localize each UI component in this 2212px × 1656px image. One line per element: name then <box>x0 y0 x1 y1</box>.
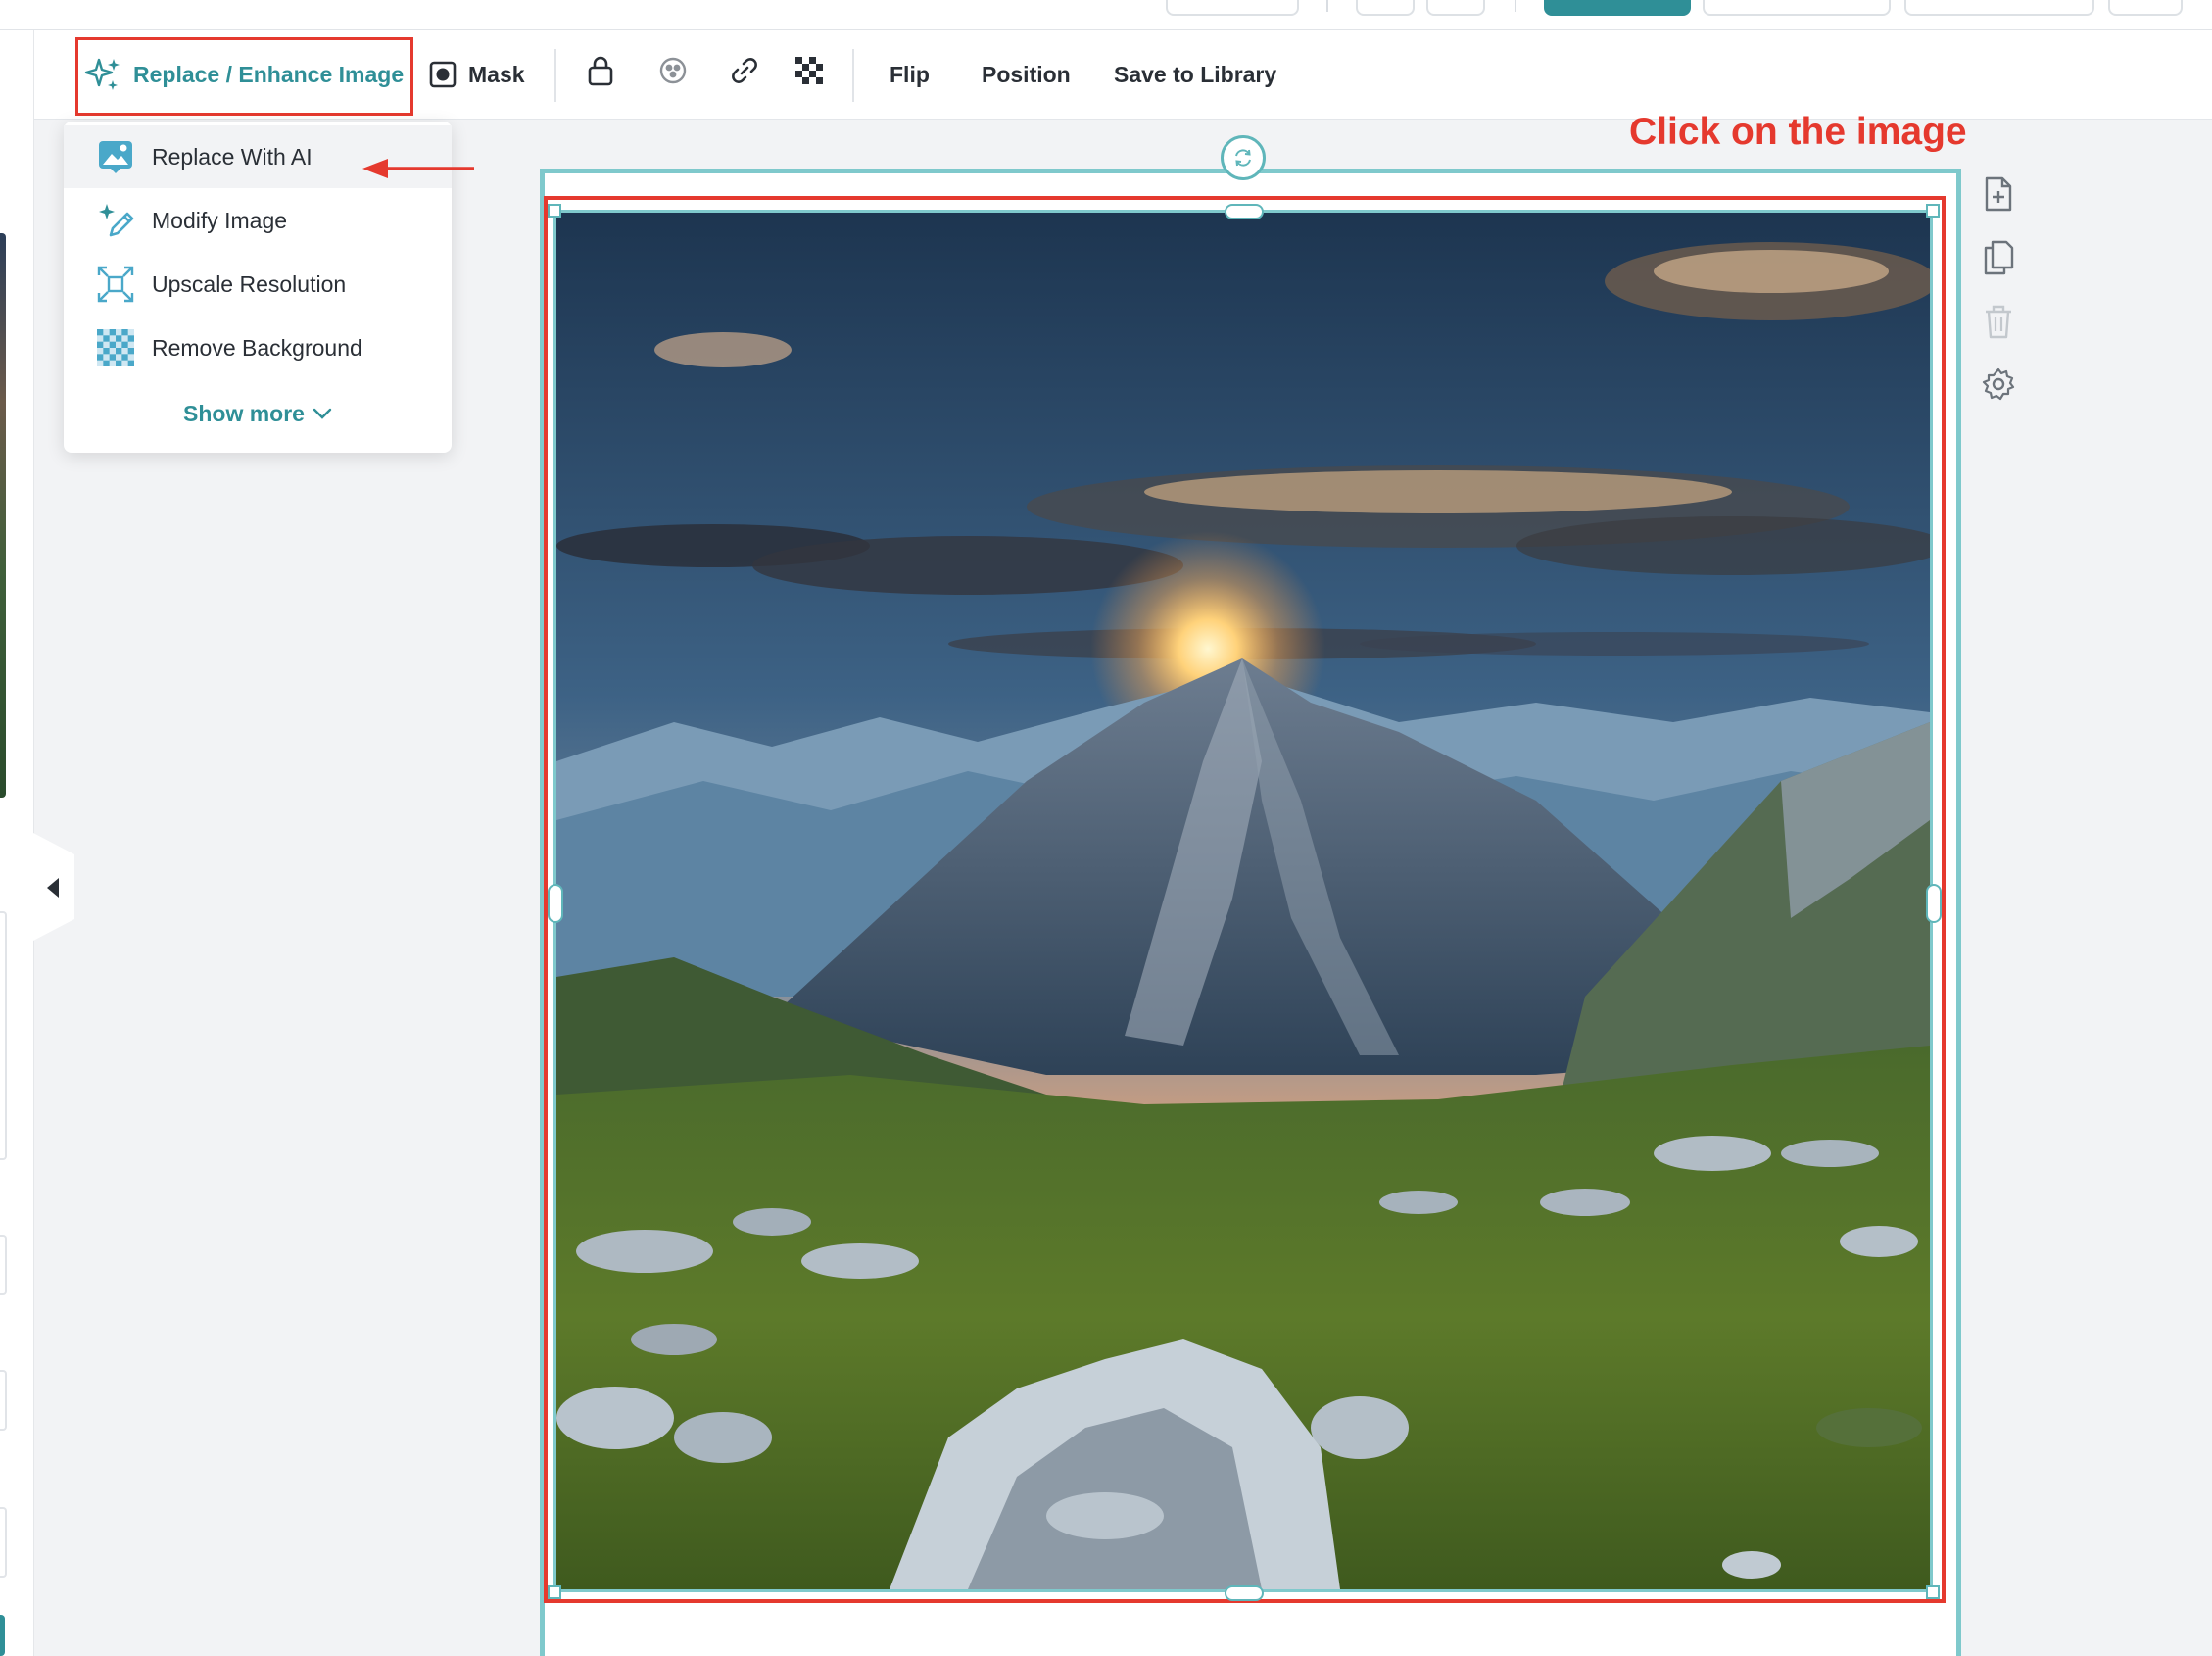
transparency-button[interactable] <box>793 54 826 87</box>
left-panel-field[interactable] <box>0 1235 7 1295</box>
left-panel-field[interactable] <box>0 911 7 1160</box>
flip-button[interactable]: Flip <box>890 39 930 110</box>
sparkle-icon <box>84 58 120 90</box>
link-icon <box>732 58 757 83</box>
resize-handle-top-right[interactable] <box>1926 204 1940 218</box>
show-more-label: Show more <box>183 400 305 426</box>
menu-item-label: Modify Image <box>152 207 288 233</box>
duplicate-icon <box>1984 240 2014 275</box>
menu-item-label: Remove Background <box>152 334 362 361</box>
position-label: Position <box>982 61 1071 87</box>
show-more-button[interactable]: Show more <box>64 392 452 435</box>
checker-icon <box>795 57 823 84</box>
resize-handle-right[interactable] <box>1926 884 1942 923</box>
resize-handle-bottom-right[interactable] <box>1926 1585 1940 1599</box>
top-bar <box>0 0 2212 30</box>
link-button[interactable] <box>728 54 761 87</box>
add-page-icon <box>1985 176 2012 212</box>
resize-handle-top[interactable] <box>1225 204 1264 219</box>
top-bar-button[interactable] <box>1703 0 1891 16</box>
selected-image[interactable] <box>553 210 1933 1592</box>
menu-item-modify-image[interactable]: Modify Image <box>64 189 452 252</box>
expand-icon <box>97 266 134 303</box>
trash-icon <box>1986 305 2011 339</box>
flip-label: Flip <box>890 61 930 87</box>
add-page-button[interactable] <box>1981 174 2016 214</box>
lock-button[interactable] <box>584 54 617 87</box>
resize-handle-bottom-left[interactable] <box>548 1585 561 1599</box>
effects-button[interactable] <box>656 54 690 87</box>
mask-icon <box>429 61 457 88</box>
editor-screen: Replace / Enhance Image Mask Flip Positi… <box>0 0 2212 1656</box>
lock-icon <box>588 56 613 86</box>
top-bar-button[interactable] <box>1356 0 1415 16</box>
image-ai-icon <box>97 138 134 175</box>
magic-pen-icon <box>97 202 134 239</box>
save-to-library-label: Save to Library <box>1114 61 1277 87</box>
menu-item-remove-background[interactable]: Remove Background <box>64 317 452 379</box>
replace-enhance-button[interactable]: Replace / Enhance Image <box>84 39 404 110</box>
top-bar-primary-button[interactable] <box>1544 0 1691 16</box>
collapse-panel-button[interactable] <box>33 833 74 941</box>
left-panel-field[interactable] <box>0 1370 7 1431</box>
chevron-down-icon <box>313 408 332 419</box>
toolbar-divider <box>852 49 854 102</box>
gear-icon <box>1982 367 2015 401</box>
resize-handle-top-left[interactable] <box>548 204 561 218</box>
toolbar-divider <box>554 49 556 102</box>
mask-button[interactable]: Mask <box>429 39 525 110</box>
position-button[interactable]: Position <box>982 39 1071 110</box>
annotation-arrow-icon <box>362 159 474 178</box>
menu-item-label: Replace With AI <box>152 143 313 170</box>
top-bar-divider <box>1326 0 1328 12</box>
duplicate-button[interactable] <box>1981 238 2016 277</box>
annotation-text: Click on the image <box>1629 111 1967 153</box>
menu-item-label: Upscale Resolution <box>152 270 347 297</box>
left-panel-active-item[interactable] <box>0 1615 5 1656</box>
top-bar-divider <box>1515 0 1516 12</box>
mountain-landscape-image <box>556 213 1930 1589</box>
mask-label: Mask <box>468 61 525 87</box>
top-bar-button[interactable] <box>2108 0 2183 16</box>
left-panel-thumbnail[interactable] <box>0 233 6 798</box>
delete-button[interactable] <box>1981 302 2016 341</box>
effects-icon <box>659 57 687 84</box>
top-bar-button[interactable] <box>1426 0 1485 16</box>
save-to-library-button[interactable]: Save to Library <box>1114 39 1276 110</box>
settings-button[interactable] <box>1981 365 2016 404</box>
resize-handle-left[interactable] <box>548 884 563 923</box>
rotate-handle[interactable] <box>1221 135 1266 180</box>
replace-enhance-label: Replace / Enhance Image <box>133 61 405 87</box>
top-bar-button[interactable] <box>1166 0 1299 16</box>
checker-icon <box>97 329 134 366</box>
left-panel-field[interactable] <box>0 1507 7 1578</box>
rotate-icon <box>1235 149 1251 167</box>
resize-handle-bottom[interactable] <box>1225 1585 1264 1601</box>
top-bar-button[interactable] <box>1904 0 2094 16</box>
menu-item-upscale-resolution[interactable]: Upscale Resolution <box>64 253 452 316</box>
caret-left-icon <box>47 878 59 898</box>
